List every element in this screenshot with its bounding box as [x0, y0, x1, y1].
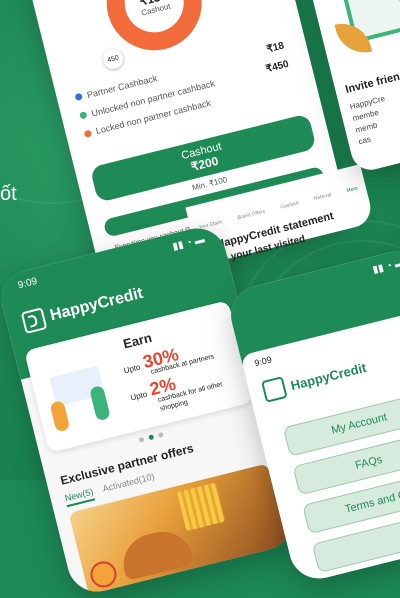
- carousel-dot[interactable]: [157, 431, 164, 438]
- signal-icon: ▮▮ ◔ ▬: [371, 257, 400, 276]
- upto-label: Upto: [129, 389, 149, 403]
- person-icon: [49, 400, 71, 433]
- legend-value: ₹450: [264, 58, 290, 76]
- nav-item-referral[interactable]: Referral: [313, 192, 332, 202]
- menu-status-bar: ▮▮ ◔ ▬: [372, 257, 400, 276]
- invite-illustration: [320, 0, 400, 65]
- invite-title: Invite frien: [344, 70, 400, 96]
- legend-dot-orange: [83, 129, 93, 138]
- invite-text: HappyCre membe memb cas: [349, 93, 396, 148]
- carousel-dot-active[interactable]: [148, 434, 155, 441]
- signal-icon: ▮▮ ◔ ▬: [171, 234, 206, 253]
- legend-value: ₹18: [265, 40, 286, 56]
- logo-icon: [20, 307, 48, 335]
- earn-title: Earn: [121, 329, 154, 352]
- fries-icon: [176, 482, 226, 532]
- menu-list: My Account FAQs Terms and Co: [282, 391, 400, 585]
- burger-icon: [117, 525, 195, 581]
- left-partial-text: ốt: [0, 183, 17, 205]
- status-time: 9:09: [16, 275, 39, 292]
- menu-time: 9:09: [253, 354, 273, 369]
- nav-item-cashout[interactable]: Cashout: [280, 200, 300, 210]
- upto-label: Upto: [122, 362, 142, 376]
- menu-logo-icon: [261, 376, 288, 403]
- badge-left: 450: [100, 46, 126, 72]
- menu-logo: HappyCredit: [261, 356, 368, 403]
- legend-dot-green: [79, 111, 88, 120]
- tab-new[interactable]: New(5): [63, 486, 96, 508]
- burger-king-logo: [87, 558, 120, 591]
- menu-header-row: 9:09: [253, 354, 272, 368]
- carousel-dots[interactable]: [138, 431, 164, 443]
- menu-logo-text: HappyCredit: [289, 359, 368, 393]
- nav-item-more[interactable]: More: [346, 185, 359, 194]
- logo-text: HappyCredit: [48, 284, 145, 325]
- nav-item-brand-offers[interactable]: Brand Offers: [237, 209, 266, 222]
- person-icon: [89, 384, 111, 422]
- carousel-dot[interactable]: [138, 436, 145, 443]
- legend-dot-blue: [74, 92, 83, 102]
- illustration: [37, 352, 127, 438]
